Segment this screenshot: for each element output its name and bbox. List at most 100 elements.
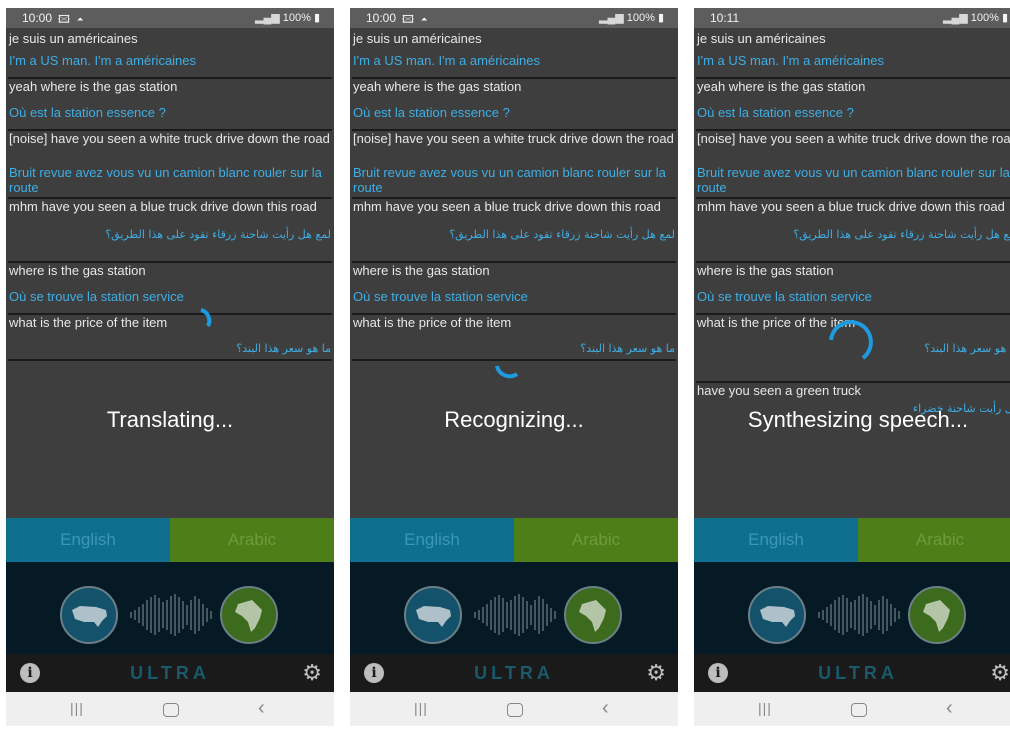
progress-spinner: [200, 308, 212, 327]
waveform-bar: [890, 604, 892, 626]
source-utterance[interactable]: [noise] have you seen a white truck driv…: [694, 131, 1010, 146]
english-mic-button[interactable]: [748, 586, 806, 644]
signal-icon: ▂▄▆: [943, 12, 968, 24]
translated-utterance[interactable]: Où se trouve la station service: [694, 289, 1010, 304]
status-bar: 10:00 🖾 ⏶ ▂▄▆ 100% ▮: [6, 8, 334, 28]
gear-icon[interactable]: ⚙: [990, 662, 1010, 684]
waveform-bar: [866, 597, 868, 633]
source-utterance[interactable]: what is the price of the item: [350, 315, 678, 330]
source-utterance[interactable]: have you seen a green truck: [694, 383, 1010, 398]
waveform-bar: [870, 601, 872, 629]
translated-utterance[interactable]: Où est la station essence ?: [694, 105, 1010, 120]
waveform-bar: [530, 605, 532, 625]
arabic-language-button[interactable]: Arabic: [858, 518, 1010, 562]
translated-utterance[interactable]: I'm a US man. I'm a américaines: [6, 53, 334, 68]
translated-utterance[interactable]: Où est la station essence ?: [350, 105, 678, 120]
translated-utterance[interactable]: Bruit revue avez vous vu un camion blanc…: [694, 165, 1010, 195]
translated-utterance[interactable]: Où se trouve la station service: [350, 289, 678, 304]
home-icon[interactable]: [851, 703, 867, 717]
back-icon[interactable]: ‹: [602, 697, 609, 720]
source-utterance[interactable]: mhm have you seen a blue truck drive dow…: [6, 199, 334, 214]
source-utterance[interactable]: je suis un américaines: [694, 31, 1010, 46]
conversation-list[interactable]: je suis un américaines I'm a US man. I'm …: [350, 28, 678, 518]
battery-level: 100%: [626, 12, 655, 24]
source-utterance[interactable]: [noise] have you seen a white truck driv…: [350, 131, 678, 146]
waveform-bar: [186, 605, 188, 625]
source-utterance[interactable]: where is the gas station: [6, 263, 334, 278]
waveform-bar: [170, 596, 172, 634]
waveform-bar: [502, 598, 504, 632]
status-bar: 10:11 ▂▄▆ 100% ▮: [694, 8, 1010, 28]
status-time: 10:00: [366, 11, 397, 25]
english-mic-button[interactable]: [60, 586, 118, 644]
waveform-bar: [894, 608, 896, 622]
arabic-mic-button[interactable]: [908, 586, 966, 644]
conversation-list[interactable]: je suis un américaines I'm a US man. I'm …: [694, 28, 1010, 518]
arabic-mic-button[interactable]: [564, 586, 622, 644]
source-utterance[interactable]: yeah where is the gas station: [694, 79, 1010, 94]
translated-utterance[interactable]: ﻟﻤﻊ ﻫﻞ ﺭﺃﻳﺖ ﺷﺎﺣﻨﺔ ﺯﺭﻗﺎﺀ ﺗﻘﻮﺩ ﻋﻠﻰ ﻫﺬﺍ ﺍﻟﻄ…: [350, 227, 678, 242]
africa-map-icon: [579, 600, 606, 632]
waveform-bar: [162, 602, 164, 628]
translated-utterance[interactable]: Où se trouve la station service: [6, 289, 334, 304]
brand-logo: ULTRA: [474, 663, 554, 683]
arabic-language-button[interactable]: Arabic: [170, 518, 334, 562]
us-map-icon: [416, 606, 451, 627]
source-utterance[interactable]: mhm have you seen a blue truck drive dow…: [350, 199, 678, 214]
translated-utterance[interactable]: I'm a US man. I'm a américaines: [694, 53, 1010, 68]
source-utterance[interactable]: where is the gas station: [694, 263, 1010, 278]
status-bar: 10:00 🖾 ⏶ ▂▄▆ 100% ▮: [350, 8, 678, 28]
gear-icon[interactable]: ⚙: [302, 662, 322, 684]
waveform-bar: [514, 596, 516, 634]
home-icon[interactable]: [163, 703, 179, 717]
mic-controls: [350, 562, 678, 654]
english-mic-button[interactable]: [404, 586, 462, 644]
arabic-language-button[interactable]: Arabic: [514, 518, 678, 562]
translated-utterance[interactable]: Bruit revue avez vous vu un camion blanc…: [350, 165, 678, 195]
conversation-list[interactable]: je suis un américaines I'm a US man. I'm …: [6, 28, 334, 518]
english-language-button[interactable]: English: [694, 518, 858, 562]
waveform-bar: [138, 607, 140, 623]
translated-utterance[interactable]: ﻟﻤﻊ ﻫﻞ ﺭﺃﻳﺖ ﺷﺎﺣﻨﺔ ﺯﺭﻗﺎﺀ ﺗﻘﻮﺩ ﻋﻠﻰ ﻫﺬﺍ ﺍﻟﻄ…: [694, 227, 1010, 242]
back-icon[interactable]: ‹: [258, 697, 265, 720]
waveform-bar: [494, 597, 496, 633]
progress-message: Synthesizing speech...: [747, 407, 969, 432]
source-utterance[interactable]: je suis un américaines: [6, 31, 334, 46]
waveform-bar: [194, 596, 196, 634]
recents-icon[interactable]: |||: [758, 700, 772, 716]
source-utterance[interactable]: yeah where is the gas station: [350, 79, 678, 94]
source-utterance[interactable]: [noise] have you seen a white truck driv…: [6, 131, 334, 146]
translated-utterance[interactable]: Où est la station essence ?: [6, 105, 334, 120]
waveform-bar: [850, 602, 852, 628]
translated-utterance[interactable]: Bruit revue avez vous vu un camion blanc…: [6, 165, 334, 195]
arabic-mic-button[interactable]: [220, 586, 278, 644]
english-language-button[interactable]: English: [350, 518, 514, 562]
english-language-button[interactable]: English: [6, 518, 170, 562]
gear-icon[interactable]: ⚙: [646, 662, 666, 684]
home-icon[interactable]: [507, 703, 523, 717]
source-utterance[interactable]: je suis un américaines: [350, 31, 678, 46]
us-map-icon: [760, 606, 795, 627]
signal-icon: ▂▄▆: [599, 12, 624, 24]
source-utterance[interactable]: yeah where is the gas station: [6, 79, 334, 94]
audio-waveform: [474, 594, 556, 636]
source-utterance[interactable]: where is the gas station: [350, 263, 678, 278]
translated-utterance[interactable]: ﻟﻤﻊ ﻫﻞ ﺭﺃﻳﺖ ﺷﺎﺣﻨﺔ ﺯﺭﻗﺎﺀ ﺗﻘﻮﺩ ﻋﻠﻰ ﻫﺬﺍ ﺍﻟﻄ…: [6, 227, 334, 242]
recents-icon[interactable]: |||: [414, 700, 428, 716]
waveform-bar: [826, 607, 828, 623]
waveform-bar: [518, 594, 520, 636]
translated-utterance[interactable]: ﻣﺎ ﻫﻮ ﺳﻌﺮ ﻫﺬﺍ ﺍﻟﺒﻨﺪ؟: [6, 341, 334, 356]
android-nav-bar: ||| ‹: [694, 692, 1010, 726]
battery-status: ▂▄▆ 100% ▮: [599, 12, 664, 24]
source-utterance[interactable]: mhm have you seen a blue truck drive dow…: [694, 199, 1010, 214]
android-nav-bar: ||| ‹: [350, 692, 678, 726]
footer-bar: i ULTRA ⚙: [350, 654, 678, 692]
back-icon[interactable]: ‹: [946, 697, 953, 720]
waveform-bar: [158, 598, 160, 632]
signal-icon: ▂▄▆: [255, 12, 280, 24]
waveform-bar: [142, 604, 144, 626]
language-bar: English Arabic: [6, 518, 334, 562]
recents-icon[interactable]: |||: [70, 700, 84, 716]
translated-utterance[interactable]: I'm a US man. I'm a américaines: [350, 53, 678, 68]
source-utterance[interactable]: what is the price of the item: [6, 315, 334, 330]
